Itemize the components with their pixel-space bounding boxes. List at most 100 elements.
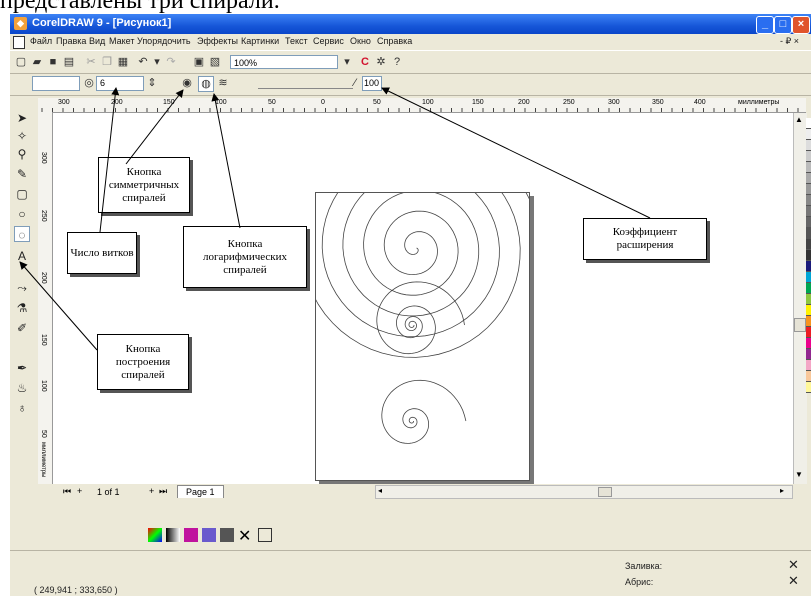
import-icon[interactable]: ▣ [192,55,206,69]
logarithmic-spiral-icon[interactable]: ◍ [198,76,214,92]
copy-icon[interactable]: ❐ [100,55,114,69]
whats-this-help-icon[interactable]: ? [390,55,404,69]
horizontal-scroll-thumb[interactable] [598,487,612,497]
drawing-page[interactable] [301,127,542,481]
shape-tool-icon[interactable]: ✧ [14,128,30,144]
save-icon[interactable]: ■ [46,55,60,69]
palette-swatch[interactable] [806,272,811,283]
maximize-button[interactable]: □ [774,16,792,34]
palette-swatch[interactable] [806,184,811,195]
vertical-scroll-thumb[interactable] [794,318,806,332]
cut-icon[interactable]: ✂ [84,55,98,69]
palette-swatch[interactable] [806,228,811,239]
palette-swatch[interactable] [806,173,811,184]
document-controls[interactable]: - ₽ × [780,36,799,47]
add-page-after-icon[interactable]: + [149,486,154,496]
menu-help[interactable]: Справка [377,36,412,46]
corel-launcher-icon[interactable]: C [358,55,372,69]
first-page-icon[interactable]: ⏮ [63,486,71,497]
menu-window[interactable]: Окно [350,36,371,46]
symmetrical-spiral-icon[interactable]: ◉ [180,76,194,90]
revolutions-field[interactable]: 6 [96,76,144,91]
expansion-field[interactable]: 100 [362,76,382,91]
interactive-fill-tool-icon[interactable]: ✐ [14,320,30,336]
palette-swatch[interactable] [806,305,811,316]
palette-swatch[interactable] [806,283,811,294]
palette-swatch[interactable] [806,250,811,261]
palette-swatch[interactable] [806,371,811,382]
menu-file[interactable]: Файл [30,36,52,46]
palette-swatch[interactable] [806,162,811,173]
revolutions-spinner-icon[interactable]: ⇕ [145,76,159,90]
palette-swatch[interactable] [806,206,811,217]
page-tab[interactable]: Page 1 [177,485,224,498]
spiral-tool-icon[interactable]: ◌ [14,226,30,242]
menu-effects[interactable]: Эффекты [197,36,238,46]
print-icon[interactable]: ▤ [62,55,76,69]
menu-text[interactable]: Текст [285,36,308,46]
palette-swatch[interactable] [806,294,811,305]
eyedropper-tool-icon[interactable]: ⚗ [14,300,30,316]
options-icon[interactable]: ✲ [374,55,388,69]
pattern-fill-icon[interactable] [184,528,198,542]
redo-icon[interactable]: ↷ [164,55,178,69]
document-icon[interactable] [13,36,25,49]
pick-tool-icon[interactable]: ➤ [14,110,30,126]
freehand-tool-icon[interactable]: ✎ [14,166,30,182]
undo-icon[interactable]: ↶ [136,55,150,69]
postscript-fill-icon[interactable] [220,528,234,542]
texture-fill-icon[interactable] [202,528,216,542]
zoom-tool-icon[interactable]: ⚲ [14,146,30,162]
vertical-scrollbar[interactable]: ▲ ▼ [793,113,807,484]
menu-edit[interactable]: Правка [56,36,86,46]
paste-icon[interactable]: ▦ [116,55,130,69]
scroll-up-icon[interactable]: ▲ [795,115,803,124]
undo-dropdown-icon[interactable]: ▾ [150,55,164,69]
color-picker-icon[interactable] [148,528,162,542]
scroll-right-icon[interactable]: ▸ [780,486,784,495]
palette-swatch[interactable] [806,217,811,228]
palette-swatch[interactable] [806,261,811,272]
no-fill-icon[interactable]: ✕ [238,526,251,546]
open-icon[interactable]: ▰ [30,55,44,69]
palette-swatch[interactable] [806,140,811,151]
color-docker-icon[interactable] [258,528,272,542]
zoom-dropdown-icon[interactable]: ▾ [340,55,354,69]
palette-swatch[interactable] [806,316,811,327]
palette-swatch[interactable] [806,382,811,393]
palette-swatch[interactable] [806,239,811,250]
expansion-slider[interactable] [258,88,353,89]
palette-swatch[interactable] [806,360,811,371]
menu-bitmaps[interactable]: Картинки [241,36,279,46]
title-bar[interactable]: ◆ CorelDRAW 9 - [Рисунок1] _ □ × [10,14,811,34]
object-position-field[interactable] [32,76,80,91]
add-page-before-icon[interactable]: + [77,486,82,496]
palette-swatch[interactable] [806,327,811,338]
slider-thumb-icon[interactable]: ⁄ [348,76,362,90]
menu-layout[interactable]: Макет [109,36,134,46]
ellipse-tool-icon[interactable]: ○ [14,206,30,222]
fill-tool-icon[interactable]: ♨ [14,380,30,396]
interactive-transparency-tool-icon[interactable]: ♁ [14,400,30,416]
scroll-left-icon[interactable]: ◂ [378,486,382,495]
gradient-fill-icon[interactable] [166,528,180,542]
menu-tools[interactable]: Сервис [313,36,344,46]
export-icon[interactable]: ▧ [208,55,222,69]
zoom-combo[interactable]: 100% [230,55,338,69]
palette-swatch[interactable] [806,118,811,129]
close-button[interactable]: × [792,16,810,34]
new-icon[interactable]: ▢ [14,55,28,69]
menu-view[interactable]: Вид [89,36,105,46]
horizontal-scrollbar[interactable]: ◂ ▸ [375,485,793,499]
scroll-down-icon[interactable]: ▼ [795,470,803,479]
palette-swatch[interactable] [806,349,811,360]
menu-arrange[interactable]: Упорядочить [137,36,191,46]
palette-swatch[interactable] [806,338,811,349]
interactive-blend-tool-icon[interactable]: ⤳ [14,280,30,296]
horizontal-ruler[interactable]: 300 200 150 100 50 0 50 100 150 200 250 … [38,98,806,113]
palette-swatch[interactable] [806,195,811,206]
minimize-button[interactable]: _ [756,16,774,34]
outline-tool-icon[interactable]: ✒ [14,360,30,376]
text-tool-icon[interactable]: A [14,248,30,264]
rectangle-tool-icon[interactable]: ▢ [14,186,30,202]
